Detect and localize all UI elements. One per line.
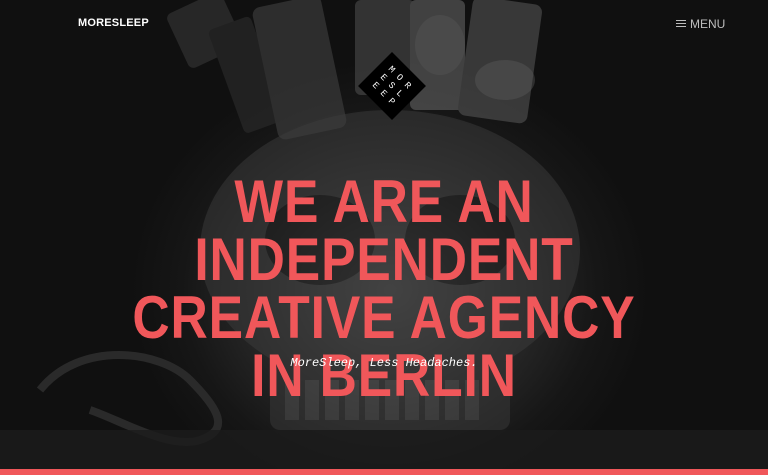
accent-bottom-bar [0,469,768,475]
hamburger-icon[interactable] [676,20,686,28]
menu-button[interactable]: MENU [676,17,725,31]
brand-logo-text[interactable]: MORESLEEP [78,17,149,29]
headline-line: CREATIVE AGENCY [132,284,636,351]
diamond-logo[interactable]: M O R E S L E E P [352,46,432,126]
hero-headline: WE ARE AN INDEPENDENT CREATIVE AGENCY IN… [54,168,714,406]
hero-tagline: MoreSleep, Less Headaches. [290,356,478,370]
hero-section: MORESLEEP MENU M O R E S L E E P WE ARE … [0,0,768,469]
menu-label[interactable]: MENU [690,17,725,31]
headline-line: WE ARE AN INDEPENDENT [194,168,574,293]
